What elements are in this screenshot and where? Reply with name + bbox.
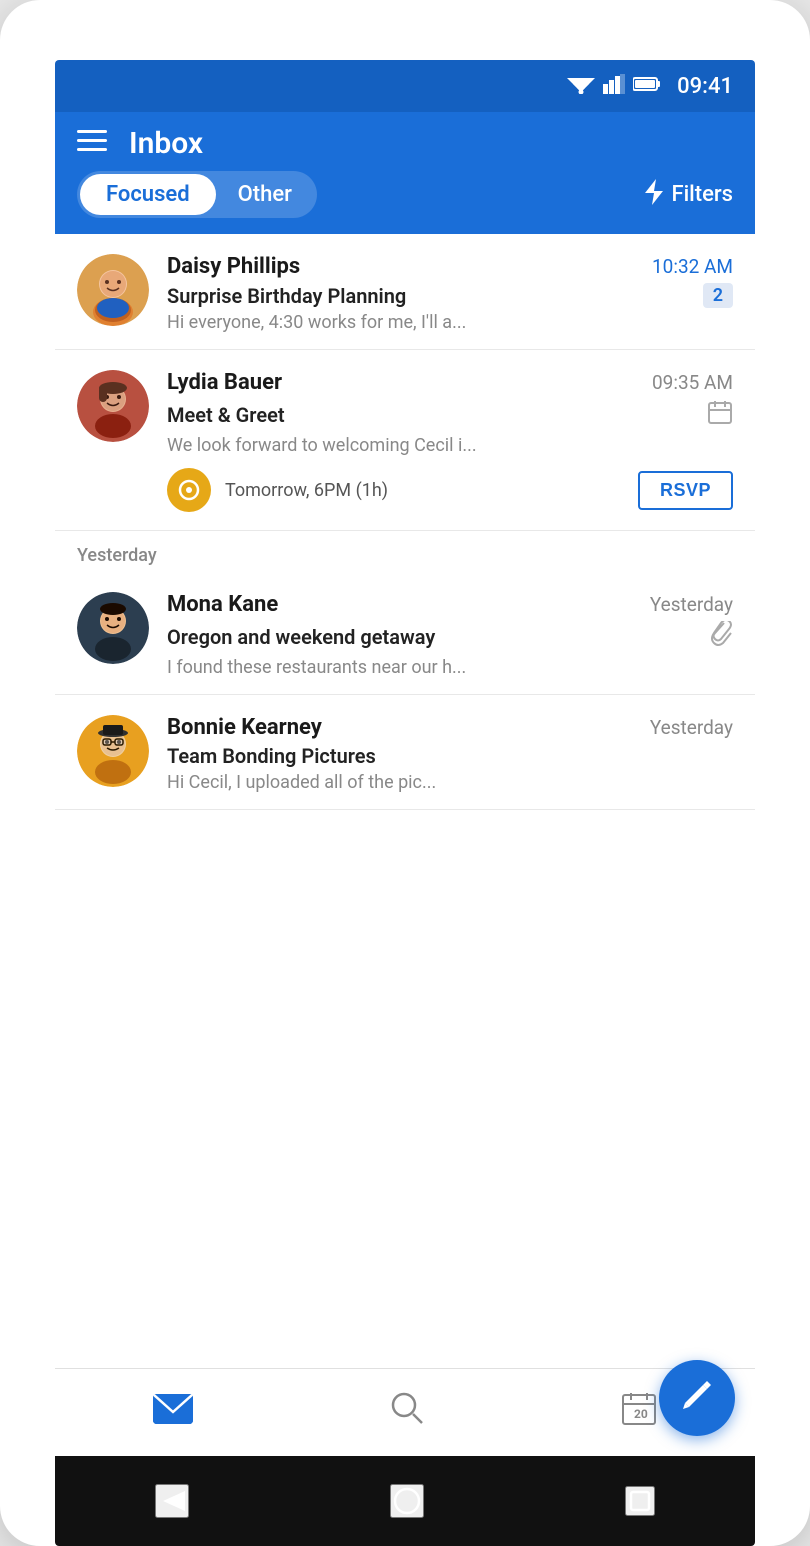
- back-button[interactable]: [155, 1484, 189, 1518]
- avatar-mona: [77, 592, 149, 664]
- sender-bonnie: Bonnie Kearney: [167, 715, 322, 740]
- status-icons: 09:41: [567, 74, 733, 99]
- tab-other[interactable]: Other: [216, 174, 314, 215]
- filters-button[interactable]: Filters: [645, 179, 733, 211]
- time-bonnie: Yesterday: [650, 716, 733, 739]
- avatar-bonnie: [77, 715, 149, 787]
- email-content-daisy: Daisy Phillips 10:32 AM Surprise Birthda…: [167, 254, 733, 333]
- tab-bar: Focused Other Filters: [55, 171, 755, 234]
- subject-text-daisy: Surprise Birthday Planning: [167, 284, 406, 308]
- rsvp-event-time: Tomorrow, 6PM (1h): [225, 480, 638, 501]
- email-content-mona: Mona Kane Yesterday Oregon and weekend g…: [167, 592, 733, 678]
- calendar-icon: [707, 399, 733, 431]
- time-mona: Yesterday: [650, 593, 733, 616]
- tab-group: Focused Other: [77, 171, 317, 218]
- phone-frame: 09:41 Inbox Focused Other: [0, 0, 810, 1546]
- email-content-bonnie: Bonnie Kearney Yesterday Team Bonding Pi…: [167, 715, 733, 793]
- subject-bonnie: Team Bonding Pictures: [167, 744, 733, 768]
- event-icon: [167, 468, 211, 512]
- sender-lydia: Lydia Bauer: [167, 370, 282, 395]
- subject-mona: Oregon and weekend getaway: [167, 621, 733, 653]
- edit-icon: [679, 1377, 715, 1419]
- sender-mona: Mona Kane: [167, 592, 278, 617]
- avatar-daisy: [77, 254, 149, 326]
- hamburger-menu[interactable]: [77, 130, 107, 157]
- android-nav: [55, 1456, 755, 1546]
- phone-inner: 09:41 Inbox Focused Other: [55, 60, 755, 1546]
- sender-daisy: Daisy Phillips: [167, 254, 300, 279]
- wifi-icon: [567, 74, 595, 98]
- preview-mona: I found these restaurants near our h...: [167, 657, 733, 678]
- time-daisy: 10:32 AM: [652, 255, 733, 278]
- nav-calendar[interactable]: 20: [621, 1390, 657, 1435]
- preview-daisy: Hi everyone, 4:30 works for me, I'll a..…: [167, 312, 733, 333]
- email-item-daisy[interactable]: Daisy Phillips 10:32 AM Surprise Birthda…: [55, 234, 755, 350]
- bolt-icon: [645, 179, 663, 211]
- subject-text-mona: Oregon and weekend getaway: [167, 625, 435, 649]
- recents-button[interactable]: [625, 1486, 655, 1516]
- avatar-lydia: [77, 370, 149, 442]
- battery-icon: [633, 76, 661, 96]
- badge-daisy: 2: [703, 283, 733, 308]
- email-item-mona[interactable]: Mona Kane Yesterday Oregon and weekend g…: [55, 572, 755, 695]
- bottom-nav: 20: [55, 1368, 755, 1456]
- date-section-label: Yesterday: [77, 545, 157, 566]
- subject-lydia: Meet & Greet: [167, 399, 733, 431]
- email-header-mona: Mona Kane Yesterday: [167, 592, 733, 617]
- rsvp-button[interactable]: RSVP: [638, 471, 733, 510]
- filters-label: Filters: [671, 182, 733, 207]
- subject-daisy: Surprise Birthday Planning 2: [167, 283, 733, 308]
- search-icon: [390, 1391, 424, 1434]
- email-list: Daisy Phillips 10:32 AM Surprise Birthda…: [55, 234, 755, 1368]
- email-content-lydia: Lydia Bauer 09:35 AM Meet & Greet: [167, 370, 733, 456]
- subject-text-bonnie: Team Bonding Pictures: [167, 744, 376, 768]
- compose-fab[interactable]: [659, 1360, 735, 1436]
- home-button[interactable]: [390, 1484, 424, 1518]
- svg-text:20: 20: [634, 1407, 648, 1421]
- nav-mail[interactable]: [153, 1393, 193, 1433]
- email-header-daisy: Daisy Phillips 10:32 AM: [167, 254, 733, 279]
- time-lydia: 09:35 AM: [652, 371, 733, 394]
- email-item-lydia[interactable]: Lydia Bauer 09:35 AM Meet & Greet: [55, 350, 755, 531]
- mail-icon: [153, 1393, 193, 1433]
- email-header-lydia: Lydia Bauer 09:35 AM: [167, 370, 733, 395]
- email-header-bonnie: Bonnie Kearney Yesterday: [167, 715, 733, 740]
- rsvp-row: Tomorrow, 6PM (1h) RSVP: [77, 468, 733, 512]
- calendar-nav-icon: 20: [621, 1390, 657, 1435]
- toolbar-title: Inbox: [129, 126, 733, 161]
- date-section-yesterday: Yesterday: [55, 531, 755, 572]
- status-time: 09:41: [677, 74, 733, 99]
- tab-focused[interactable]: Focused: [80, 174, 216, 215]
- nav-search[interactable]: [390, 1391, 424, 1434]
- preview-lydia: We look forward to welcoming Cecil i...: [167, 435, 733, 456]
- attachment-icon-mona: [711, 621, 733, 653]
- signal-icon: [603, 74, 625, 98]
- preview-bonnie: Hi Cecil, I uploaded all of the pic...: [167, 772, 733, 793]
- email-item-bonnie[interactable]: Bonnie Kearney Yesterday Team Bonding Pi…: [55, 695, 755, 810]
- status-bar: 09:41: [55, 60, 755, 112]
- toolbar: Inbox: [55, 112, 755, 171]
- subject-text-lydia: Meet & Greet: [167, 403, 285, 427]
